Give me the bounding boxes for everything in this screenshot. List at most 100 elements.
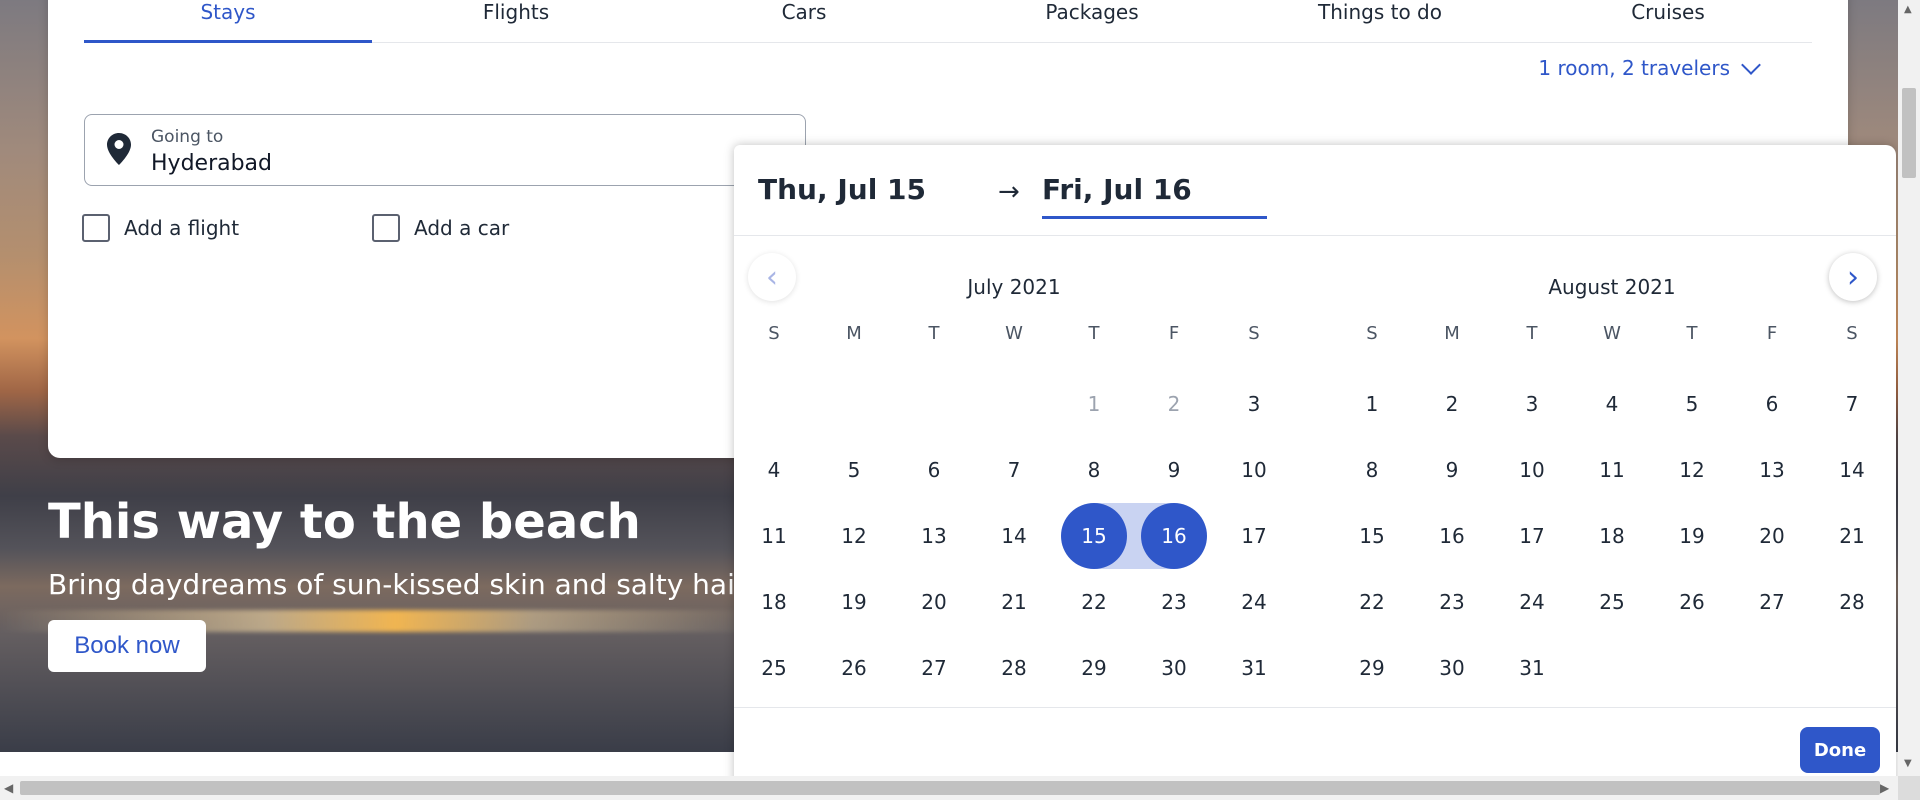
calendar-day[interactable]: 22 — [1054, 569, 1134, 635]
calendar-day[interactable]: 26 — [1652, 569, 1732, 635]
calendar-day[interactable]: 13 — [894, 503, 974, 569]
calendar-day[interactable]: 27 — [894, 635, 974, 701]
calendar-day[interactable]: 20 — [1732, 503, 1812, 569]
calendar-day[interactable]: 8 — [1054, 437, 1134, 503]
tab-stays[interactable]: Stays — [84, 0, 372, 43]
calendar-day[interactable]: 6 — [894, 437, 974, 503]
going-to-field[interactable]: Going to Hyderabad — [84, 114, 806, 186]
calendar-day[interactable]: 16 — [1134, 503, 1214, 569]
add-flight-checkbox[interactable]: Add a flight — [82, 214, 239, 242]
calendar-day[interactable]: 11 — [734, 503, 814, 569]
calendar-day[interactable]: 30 — [1412, 635, 1492, 701]
empty-day-cell — [894, 371, 974, 437]
calendar-day[interactable]: 10 — [1492, 437, 1572, 503]
checkbox-box[interactable] — [82, 214, 110, 242]
calendar-day[interactable]: 14 — [974, 503, 1054, 569]
calendar-day[interactable]: 23 — [1134, 569, 1214, 635]
day-grid: 1 2 3 4 5 6 7 8 9 10 11 12 13 14 15 16 17 18 19 20 21 22 23 24 2… — [734, 371, 1294, 701]
calendar-day[interactable]: 20 — [894, 569, 974, 635]
horizontal-scrollbar[interactable]: ◀ ▶ — [0, 776, 1898, 800]
calendar-day[interactable]: 11 — [1572, 437, 1652, 503]
add-car-checkbox[interactable]: Add a car — [372, 214, 509, 242]
calendar-day[interactable]: 19 — [814, 569, 894, 635]
calendar-day[interactable]: 2 — [1412, 371, 1492, 437]
calendar-day[interactable]: 19 — [1652, 503, 1732, 569]
calendar-day[interactable]: 30 — [1134, 635, 1214, 701]
calendar-day[interactable]: 27 — [1732, 569, 1812, 635]
calendar-day[interactable]: 29 — [1054, 635, 1134, 701]
checkbox-box[interactable] — [372, 214, 400, 242]
calendar-day[interactable]: 23 — [1412, 569, 1492, 635]
weekday-label: W — [1005, 323, 1023, 344]
calendar-day[interactable]: 21 — [974, 569, 1054, 635]
calendar-day[interactable]: 5 — [1652, 371, 1732, 437]
weekday-label: F — [1168, 323, 1180, 344]
calendar-day[interactable]: 5 — [814, 437, 894, 503]
calendar-day[interactable]: 6 — [1732, 371, 1812, 437]
calendar-day[interactable]: 13 — [1732, 437, 1812, 503]
calendar-day[interactable]: 17 — [1492, 503, 1572, 569]
calendar-day[interactable]: 24 — [1492, 569, 1572, 635]
calendar-day[interactable]: 18 — [1572, 503, 1652, 569]
calendar-day[interactable]: 22 — [1332, 569, 1412, 635]
calendar-day[interactable]: 17 — [1214, 503, 1294, 569]
calendar-day[interactable]: 12 — [1652, 437, 1732, 503]
calendar-day[interactable]: 26 — [814, 635, 894, 701]
scroll-up-icon[interactable]: ▲ — [1904, 4, 1912, 15]
calendar-day[interactable]: 9 — [1412, 437, 1492, 503]
calendar-day[interactable]: 3 — [1214, 371, 1294, 437]
weekday-label: W — [1603, 323, 1621, 344]
calendar-day[interactable]: 25 — [1572, 569, 1652, 635]
start-date[interactable]: Thu, Jul 15 — [758, 173, 926, 206]
calendar-day[interactable]: 31 — [1492, 635, 1572, 701]
calendar-day: 2 — [1167, 392, 1181, 416]
calendar-day[interactable]: 18 — [734, 569, 814, 635]
weekday-label: M — [846, 323, 862, 344]
empty-day-cell — [734, 371, 814, 437]
calendar-day[interactable]: 1 — [1332, 371, 1412, 437]
calendar-day[interactable]: 12 — [814, 503, 894, 569]
scroll-left-icon[interactable]: ◀ — [4, 781, 13, 795]
horizontal-scroll-thumb[interactable] — [20, 781, 1880, 795]
calendar-day: 1 — [1087, 392, 1101, 416]
calendar-day[interactable]: 16 — [1412, 503, 1492, 569]
calendar-day[interactable]: 9 — [1134, 437, 1214, 503]
tab-cars[interactable]: Cars — [660, 0, 948, 42]
calendar-day[interactable]: 7 — [974, 437, 1054, 503]
scroll-down-icon[interactable]: ▼ — [1904, 758, 1912, 769]
travelers-label: 1 room, 2 travelers — [1538, 56, 1730, 80]
calendar-day[interactable]: 4 — [734, 437, 814, 503]
end-date[interactable]: Fri, Jul 16 — [1042, 173, 1267, 219]
tab-packages[interactable]: Packages — [948, 0, 1236, 42]
travelers-selector[interactable]: 1 room, 2 travelers — [1538, 55, 1761, 80]
calendar-day[interactable]: 21 — [1812, 503, 1892, 569]
calendar-day[interactable]: 15 — [1054, 503, 1134, 569]
scroll-right-icon[interactable]: ▶ — [1880, 781, 1889, 795]
calendar-day[interactable]: 15 — [1332, 503, 1412, 569]
calendar-day[interactable]: 3 — [1492, 371, 1572, 437]
calendar-day[interactable]: 29 — [1332, 635, 1412, 701]
hero-subtitle: Bring daydreams of sun-kissed skin and s… — [48, 568, 784, 601]
calendar-day[interactable]: 28 — [1812, 569, 1892, 635]
calendar-day[interactable]: 7 — [1812, 371, 1892, 437]
calendar-day[interactable]: 28 — [974, 635, 1054, 701]
tab-cruises[interactable]: Cruises — [1524, 0, 1812, 42]
calendar-day[interactable]: 14 — [1812, 437, 1892, 503]
calendar-day[interactable]: 25 — [734, 635, 814, 701]
weekday-label: M — [1444, 323, 1460, 344]
calendar-day[interactable]: 24 — [1214, 569, 1294, 635]
tab-flights[interactable]: Flights — [372, 0, 660, 42]
calendar-day[interactable]: 4 — [1572, 371, 1652, 437]
book-now-button[interactable]: Book now — [48, 620, 206, 672]
vertical-scrollbar[interactable]: ▲ ▼ — [1898, 0, 1920, 776]
calendar-day[interactable]: 8 — [1332, 437, 1412, 503]
calendar-day[interactable]: 31 — [1214, 635, 1294, 701]
add-car-label: Add a car — [414, 216, 510, 240]
tab-things-to-do[interactable]: Things to do — [1236, 0, 1524, 42]
day-grid: 1 2 3 4 5 6 7 8 9 10 11 12 13 14 15 16 17 18 19 20 21 22 23 24 2… — [1332, 371, 1892, 701]
vertical-scroll-thumb[interactable] — [1902, 88, 1916, 178]
calendar-day[interactable]: 10 — [1214, 437, 1294, 503]
empty-day-cell — [814, 371, 894, 437]
done-button[interactable]: Done — [1800, 727, 1880, 773]
month-title: August 2021 — [1548, 275, 1676, 299]
